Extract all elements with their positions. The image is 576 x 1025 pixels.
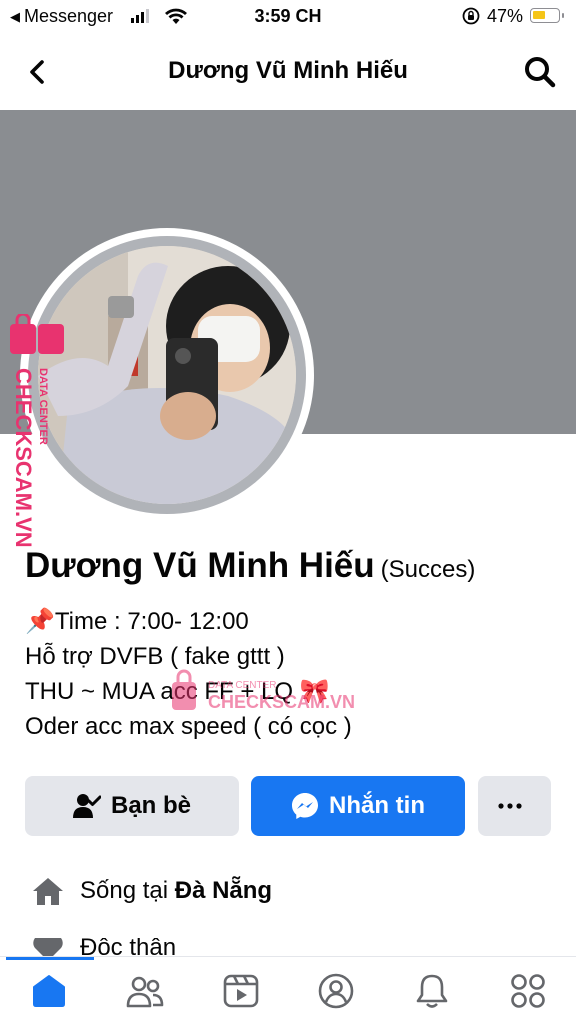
battery-percent: 47% [487,6,524,26]
tab-notifications[interactable] [412,971,452,1011]
more-dots-icon [497,803,522,809]
bell-icon [416,974,448,1008]
friends-icon [126,976,164,1008]
relationship-text: Độc thân [80,938,177,958]
bottom-tab-bar [0,956,576,1025]
tab-friends[interactable] [125,971,165,1011]
tab-menu[interactable] [508,971,548,1011]
rotation-lock-icon [462,7,480,25]
friends-button-label: Bạn bè [110,792,191,819]
profile-icon [318,973,354,1009]
watermark-logo: CHECKSCAM.VN DATA CENTER [10,314,64,548]
active-tab-indicator [6,957,94,960]
avatar-photo [38,246,296,504]
profile-name-row: Dương Vũ Minh Hiếu (Succes) [25,546,475,586]
search-icon[interactable] [522,54,558,90]
menu-grid-icon [511,974,545,1008]
alternate-name: (Succes) [380,556,476,583]
lives-in-text: Sống tại Đà Nẵng [80,877,272,905]
messenger-icon [292,793,318,819]
home-icon [33,975,65,1007]
video-icon [223,974,259,1008]
info-relationship: Độc thân [32,938,176,958]
info-lives-in: Sống tại Đà Nẵng [32,876,272,906]
lives-in-prefix: Sống tại [80,877,175,904]
tab-home[interactable] [29,971,69,1011]
svg-text:CHECKSCAM.VN: CHECKSCAM.VN [208,692,355,712]
tab-video[interactable] [221,971,261,1011]
status-bar: ◀ Messenger 3:59 CH 47% [0,0,576,34]
top-nav: Dương Vũ Minh Hiếu [0,34,576,110]
profile-name: Dương Vũ Minh Hiếu [25,546,375,585]
bio-line: 📌Time : 7:00- 12:00 [25,608,249,635]
page-title: Dương Vũ Minh Hiếu [168,57,408,84]
more-options-button[interactable] [478,776,551,836]
profile-avatar[interactable] [38,246,296,504]
svg-text:DATA CENTER: DATA CENTER [37,368,49,445]
watermark-overlay: DATA CENTER CHECKSCAM.VN [172,669,355,712]
friends-button[interactable]: Bạn bè [25,776,239,836]
lives-in-place[interactable]: Đà Nẵng [175,877,272,904]
svg-text:DATA CENTER: DATA CENTER [208,680,277,691]
svg-text:CHECKSCAM.VN: CHECKSCAM.VN [11,368,36,548]
heart-icon [33,938,63,958]
battery-icon [530,8,564,23]
friend-check-icon [72,794,101,818]
home-icon [33,878,63,905]
tab-profile[interactable] [316,971,356,1011]
message-button[interactable]: Nhắn tin [251,776,465,836]
message-button-label: Nhắn tin [329,792,425,819]
